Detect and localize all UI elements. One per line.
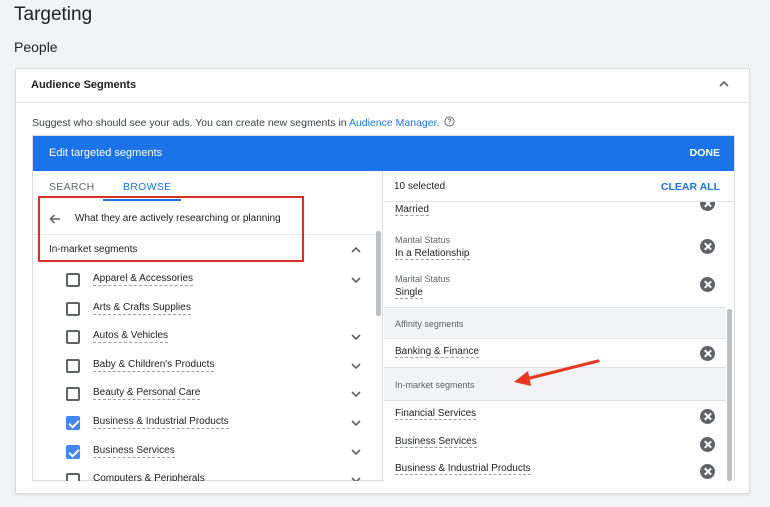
done-button[interactable]: DONE [690,147,720,159]
selected-item-label: Married [395,204,429,216]
category-label: In-market segments [49,244,138,255]
remove-icon[interactable] [700,346,715,361]
tab-search[interactable]: SEARCH [49,181,95,193]
segment-row[interactable]: Apparel & Accessories [33,267,373,296]
checkbox[interactable] [66,301,80,316]
suggest-text: Suggest who should see your ads. You can… [32,116,455,129]
segment-label: Beauty & Personal Care [93,387,201,401]
chevron-down-icon[interactable] [349,416,363,430]
selected-item-label: Financial Services [395,408,477,420]
segment-row[interactable]: Computers & Peripherals [33,467,373,481]
chevron-up-icon[interactable] [717,77,731,91]
chevron-down-icon[interactable] [349,330,363,344]
remove-icon[interactable] [700,464,715,479]
selected-item-category: Marital Status [395,235,451,245]
selected-item: Married [384,196,726,222]
section-title: People [14,39,58,55]
group-label: In-market segments [395,380,475,390]
segment-row[interactable]: Business & Industrial Products [33,410,373,439]
segment-row[interactable]: Arts & Crafts Supplies [33,296,373,325]
card-title: Audience Segments [31,79,137,91]
remove-icon[interactable] [700,409,715,424]
selected-item: Financial Services [384,403,726,431]
selected-item: Marital Status In a Relationship [384,231,726,269]
checkbox[interactable] [66,358,80,373]
segment-label: Apparel & Accessories [93,273,194,286]
chevron-down-icon[interactable] [349,473,363,481]
selected-item-label: Business Services [395,436,477,448]
category-header[interactable]: In-market segments [33,235,382,265]
chevron-up-icon[interactable] [349,243,363,257]
selected-item: Marital Status Single [384,269,726,307]
segment-label: Autos & Vehicles [93,330,169,344]
card-header[interactable]: Audience Segments [16,69,749,103]
audience-manager-link[interactable]: Audience Manager [349,117,437,129]
segment-row[interactable]: Baby & Children's Products [33,353,373,382]
segment-row[interactable]: Autos & Vehicles [33,324,373,353]
segment-row[interactable]: Beauty & Personal Care [33,381,373,410]
clear-all-button[interactable]: CLEAR ALL [661,181,720,193]
group-header-affinity: Affinity segments [384,307,726,339]
selected-pane: 10 selected CLEAR ALL Married Marital St… [384,171,734,481]
segment-editor: Edit targeted segments DONE SEARCH BROWS… [32,135,735,481]
scrollbar[interactable] [727,309,732,481]
checkbox-checked[interactable] [66,444,80,459]
help-icon[interactable] [444,116,455,127]
segment-label: Business & Industrial Products [93,415,229,429]
checkbox[interactable] [66,273,80,287]
suggest-text-main: Suggest who should see your ads. You can… [32,117,349,129]
tab-browse[interactable]: BROWSE [123,181,171,193]
back-row[interactable]: What they are actively researching or pl… [33,203,382,235]
checkbox[interactable] [66,330,80,345]
segment-row[interactable]: Business Services [33,439,373,468]
selected-header: 10 selected CLEAR ALL [384,171,734,202]
editor-title: Edit targeted segments [49,147,163,159]
checkbox[interactable] [66,387,80,402]
segment-list: Apparel & Accessories Arts & Crafts Suppl… [33,267,373,481]
active-tab-indicator [103,199,181,201]
scrollbar[interactable] [376,231,381,316]
browse-pane: SEARCH BROWSE What they are actively res… [33,171,383,481]
tabs: SEARCH BROWSE [33,171,382,201]
checkbox-checked[interactable] [66,415,80,430]
selected-item-label: Banking & Finance [395,346,479,358]
chevron-down-icon[interactable] [349,387,363,401]
chevron-down-icon[interactable] [349,273,363,287]
selected-item: Banking & Finance [384,339,726,367]
selected-item: Business & Industrial Products [384,458,726,481]
arrow-back-icon[interactable] [47,211,63,227]
chevron-down-icon[interactable] [349,445,363,459]
audience-segments-card: Audience Segments Suggest who should see… [15,68,750,494]
segment-label: Arts & Crafts Supplies [93,301,191,315]
selected-item: Business Services [384,431,726,459]
group-label: Affinity segments [395,319,464,329]
remove-icon[interactable] [700,437,715,452]
checkbox[interactable] [66,473,80,481]
segment-label: Computers & Peripherals [93,473,205,481]
back-label: What they are actively researching or pl… [75,213,281,224]
group-header-in-market: In-market segments [384,367,726,401]
selected-item-label: In a Relationship [395,248,470,260]
selected-item-label: Single [395,287,423,299]
segment-label: Business Services [93,444,175,458]
remove-icon[interactable] [700,239,715,254]
page-title: Targeting [14,4,93,25]
chevron-down-icon[interactable] [349,359,363,373]
suggest-text-end: . [436,117,440,129]
selected-count: 10 selected [394,181,446,192]
selected-item-label: Business & Industrial Products [395,463,531,475]
editor-header: Edit targeted segments DONE [33,136,734,171]
selected-item-category: Marital Status [395,274,451,284]
remove-icon[interactable] [700,277,715,292]
segment-label: Baby & Children's Products [93,358,215,372]
